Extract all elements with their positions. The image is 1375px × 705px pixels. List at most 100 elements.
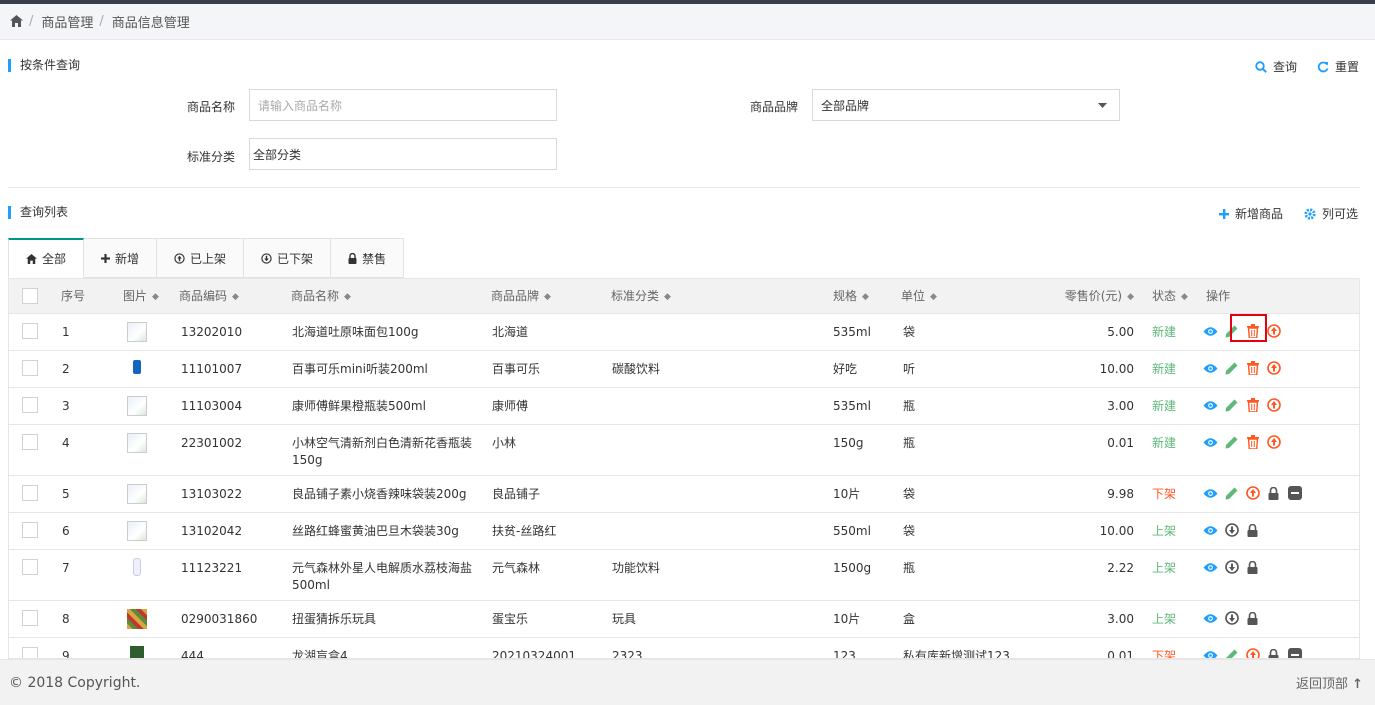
pencil-icon[interactable] [1224,361,1239,376]
arrow-down-circle-icon[interactable] [1224,560,1239,575]
eye-icon[interactable] [1203,398,1218,413]
pencil-icon[interactable] [1224,648,1239,658]
eye-icon[interactable] [1203,361,1218,376]
row-spec: 10片 [833,600,901,638]
breadcrumb-item-product-management[interactable]: 商品管理 [41,12,93,31]
col-header-name[interactable]: 商品名称 ◆ [291,279,491,314]
product-name-input[interactable]: 请输入商品名称 [249,89,557,121]
row-checkbox[interactable] [22,647,38,658]
row-checkbox[interactable] [22,323,38,339]
add-product-label: 新增商品 [1235,207,1284,221]
eye-icon[interactable] [1203,486,1218,501]
col-code-label: 商品编码 [179,289,228,304]
row-price: 10.00 [1003,512,1140,550]
trash-icon[interactable] [1245,435,1260,450]
sort-icon[interactable]: ◆ [232,292,239,302]
product-image[interactable] [127,608,147,629]
trash-icon[interactable] [1245,398,1260,413]
trash-icon[interactable] [1245,361,1260,376]
product-image[interactable] [130,645,144,658]
arrow-up-circle-icon[interactable] [1266,324,1281,339]
pencil-icon[interactable] [1224,435,1239,450]
column-picker-label: 列可选 [1322,207,1359,221]
home-icon[interactable] [10,15,23,28]
row-code: 11123221 [179,549,291,601]
product-image[interactable] [127,321,147,342]
row-spec: 123 [833,637,901,658]
arrow-up-circle-icon[interactable] [1245,648,1260,658]
sort-icon[interactable]: ◆ [862,292,869,302]
eye-icon[interactable] [1203,560,1218,575]
row-checkbox[interactable] [22,559,38,575]
product-image[interactable] [127,432,147,453]
select-all-checkbox[interactable] [22,287,38,304]
reset-button[interactable]: 重置 [1317,58,1359,75]
col-price-label: 零售价(元) [1064,289,1123,304]
row-checkbox[interactable] [22,397,38,413]
eye-icon[interactable] [1203,324,1218,339]
arrow-up-circle-icon[interactable] [1245,486,1260,501]
tab-listed-label: 已上架 [190,251,227,266]
row-checkbox[interactable] [22,522,38,538]
col-header-unit[interactable]: 单位 ◆ [901,279,1003,314]
row-unit: 盒 [901,600,1003,638]
sort-icon[interactable]: ◆ [544,292,551,302]
lock-icon[interactable] [1266,486,1281,501]
tab-listed[interactable]: 已上架 [157,238,245,278]
add-product-button[interactable]: 新增商品 [1219,205,1283,222]
row-pic-cell [123,350,179,388]
column-picker-button[interactable]: 列可选 [1304,205,1358,222]
sort-icon[interactable]: ◆ [152,292,159,302]
lock-icon[interactable] [1245,611,1260,626]
product-image[interactable] [133,360,141,374]
row-select-cell [9,424,61,476]
col-header-category[interactable]: 标准分类 ◆ [611,279,833,314]
eye-icon[interactable] [1203,435,1218,450]
category-select[interactable]: 全部分类 [249,138,557,170]
row-checkbox[interactable] [22,610,38,626]
eye-icon[interactable] [1203,523,1218,538]
sort-icon[interactable]: ◆ [1181,292,1188,302]
tab-all[interactable]: 全部 [8,238,85,278]
arrow-down-circle-icon[interactable] [1224,611,1239,626]
arrow-up-circle-icon[interactable] [1266,398,1281,413]
row-checkbox[interactable] [22,485,38,501]
row-category [611,475,833,513]
lock-icon[interactable] [1245,523,1260,538]
minus-square-icon[interactable] [1287,486,1302,501]
col-header-status[interactable]: 状态 ◆ [1140,279,1198,314]
arrow-down-circle-icon[interactable] [1224,523,1239,538]
tab-banned[interactable]: 禁售 [331,238,405,278]
eye-icon[interactable] [1203,611,1218,626]
arrow-up-circle-icon[interactable] [1266,361,1281,376]
col-header-price[interactable]: 零售价(元) ◆ [1003,279,1140,314]
col-header-code[interactable]: 商品编码 ◆ [179,279,291,314]
brand-select[interactable]: 全部品牌 [812,89,1120,121]
col-header-brand[interactable]: 商品品牌 ◆ [491,279,611,314]
col-header-spec[interactable]: 规格 ◆ [833,279,901,314]
sort-icon[interactable]: ◆ [930,292,937,302]
minus-square-icon[interactable] [1287,648,1302,658]
tab-new[interactable]: 新增 [84,238,158,278]
arrow-up-circle-icon[interactable] [1266,435,1281,450]
product-image[interactable] [127,483,147,504]
row-checkbox[interactable] [22,434,38,450]
reset-label: 重置 [1335,60,1360,74]
row-checkbox[interactable] [22,360,38,376]
tab-delisted[interactable]: 已下架 [244,238,332,278]
lock-icon[interactable] [1266,648,1281,658]
eye-icon[interactable] [1203,648,1218,658]
product-image[interactable] [127,520,147,541]
sort-icon[interactable]: ◆ [1127,292,1134,302]
row-status: 新建 [1140,313,1198,351]
sort-icon[interactable]: ◆ [344,292,351,302]
back-to-top-link[interactable]: 返回顶部 ↑ [1296,673,1363,692]
sort-icon[interactable]: ◆ [664,292,671,302]
breadcrumb-item-product-info[interactable]: 商品信息管理 [112,12,190,31]
pencil-icon[interactable] [1224,398,1239,413]
query-button[interactable]: 查询 [1255,58,1297,75]
pencil-icon[interactable] [1224,486,1239,501]
lock-icon[interactable] [1245,560,1260,575]
product-image[interactable] [127,395,147,416]
product-image[interactable] [133,557,141,576]
